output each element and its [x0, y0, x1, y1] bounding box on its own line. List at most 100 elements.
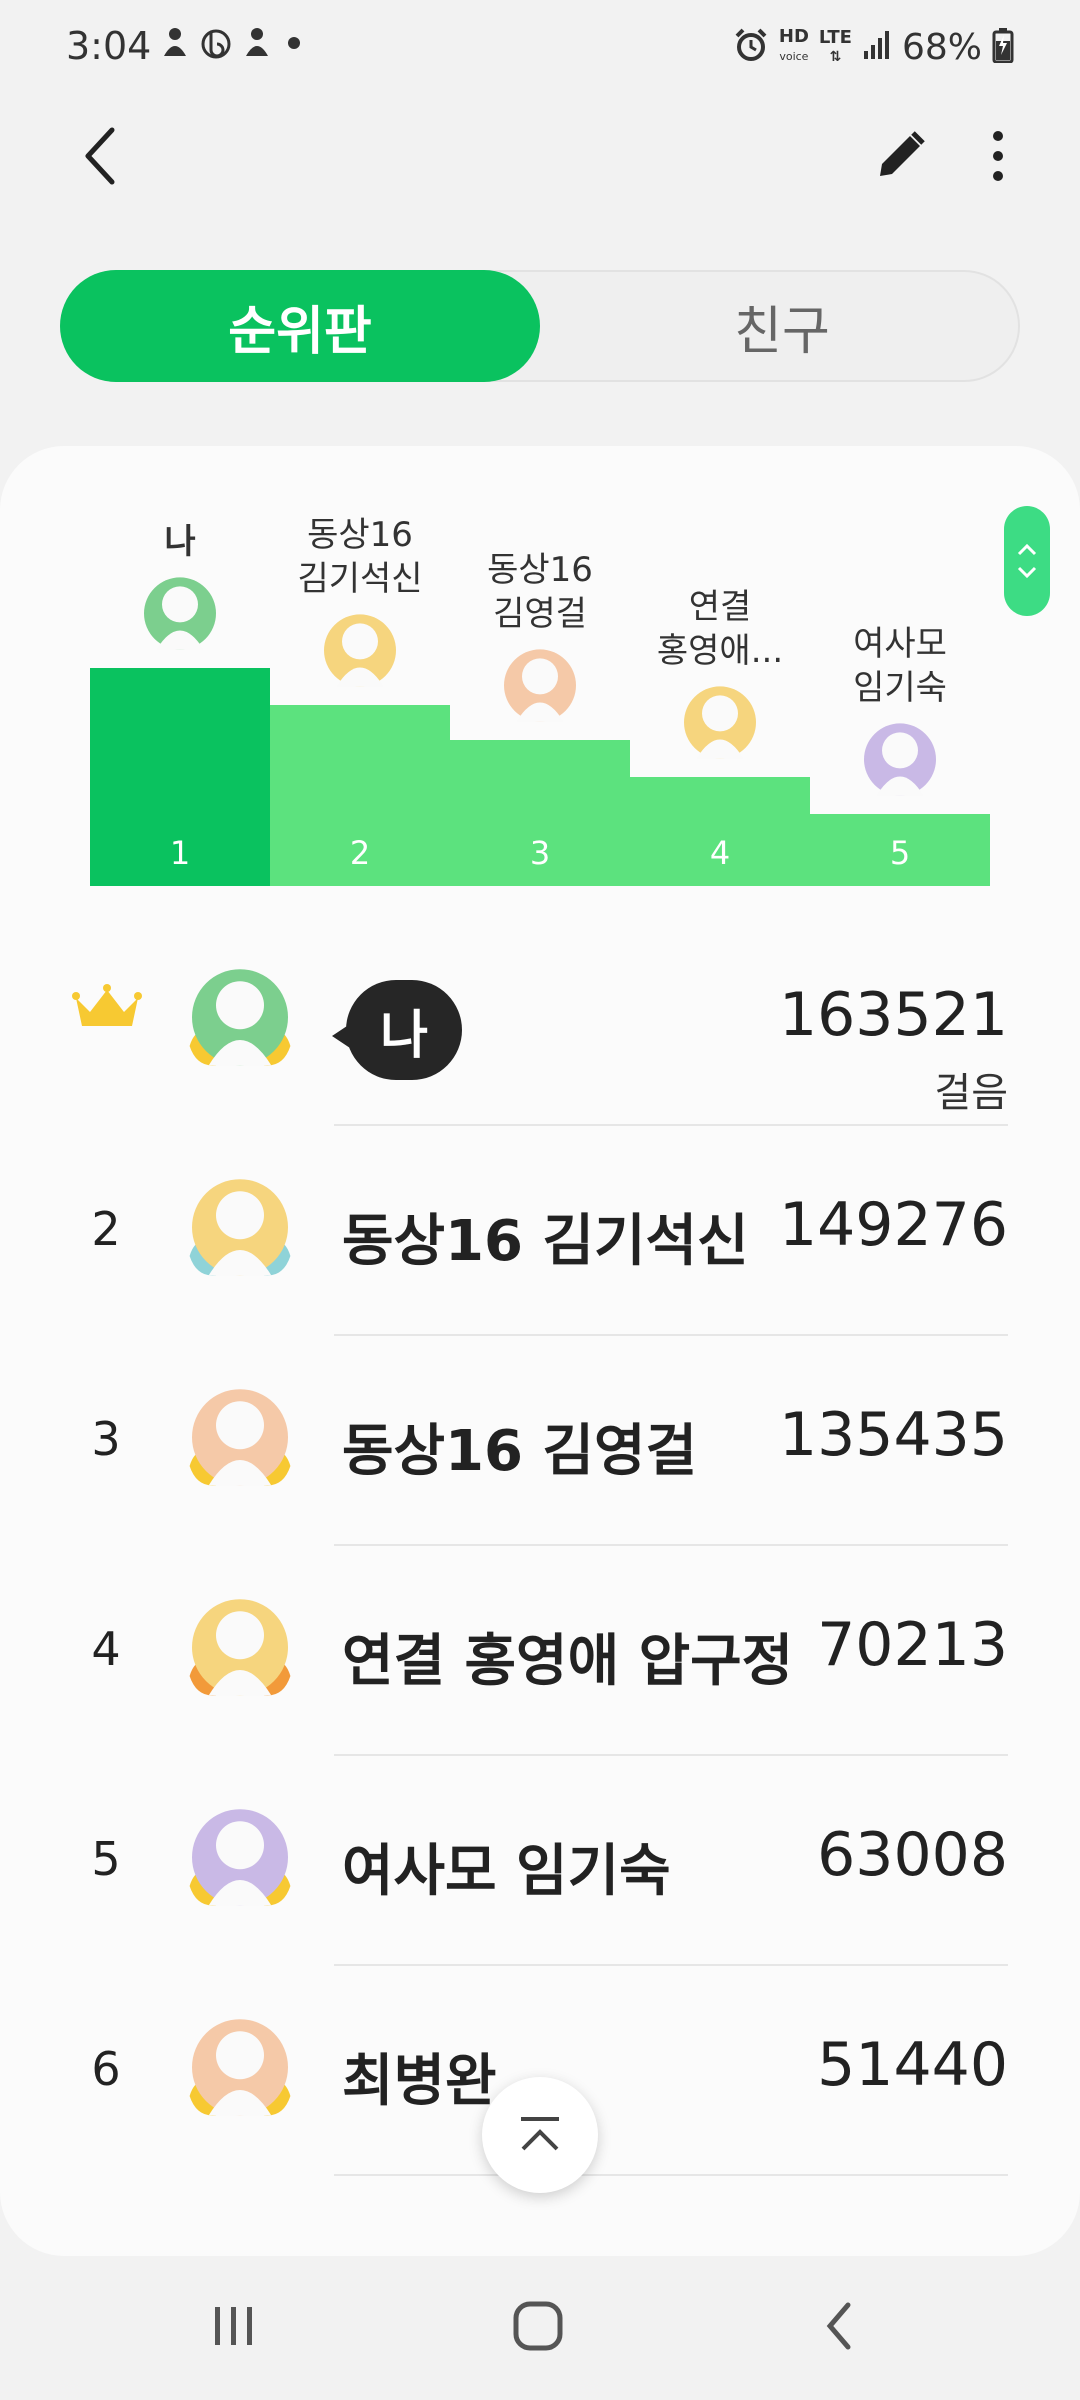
hd-label: HD — [778, 26, 809, 47]
hd-voice-indicator: HD voice — [779, 28, 809, 66]
step-unit: 걸음 — [934, 1070, 1008, 1116]
scroll-to-top-button[interactable] — [482, 2077, 598, 2193]
podium-bar: 4 — [630, 776, 810, 886]
podium-avatar — [675, 681, 765, 771]
podium-column: 2 동상16 김기석신 — [270, 446, 450, 886]
alarm-icon — [733, 27, 769, 67]
podium-avatar — [135, 572, 225, 662]
podium-avatar — [495, 644, 585, 734]
participant-name: 동상16 김영걸 — [342, 1419, 698, 1484]
step-count: 163521 — [778, 980, 1008, 1050]
ranking-row[interactable]: 나 163521 걸음 — [0, 916, 1080, 1126]
podium-column: 4 연결 홍영애... — [630, 446, 810, 886]
ranking-row[interactable]: 3 동상16 김영걸 135435 — [0, 1336, 1080, 1546]
app-bar — [0, 96, 1080, 216]
voice-label: voice — [779, 50, 809, 63]
podium-name-line1: 나 — [164, 522, 196, 562]
rank-number: 5 — [91, 1832, 121, 1886]
step-count: 70213 — [817, 1610, 1008, 1680]
podium-name-line1: 연결 — [688, 586, 752, 627]
lte-indicator: LTE ⇅ — [818, 26, 852, 65]
battery-charging-icon — [992, 27, 1014, 67]
participant-name: 여사모 임기숙 — [342, 1839, 671, 1904]
podium-chart: 1 나 2 동상16 김기석신 3 동상16 김영걸 4 연결 홍영애... 5 여사모 임기숙 — [90, 446, 990, 886]
status-right: HD voice LTE ⇅ 68% — [733, 22, 1014, 72]
podium-name-line1: 여사모 — [853, 624, 947, 664]
podium-rank-label: 3 — [529, 834, 551, 872]
podium-name-line1: 동상16 — [307, 515, 413, 556]
arrow-to-top-icon — [521, 2117, 559, 2151]
rank-number: 6 — [91, 2042, 121, 2096]
step-count: 63008 — [817, 1820, 1008, 1890]
tab-friends[interactable]: 친구 — [542, 270, 1022, 382]
podium-rank-label: 1 — [169, 834, 191, 872]
participant-name: 동상16 김기석신 — [342, 1209, 749, 1274]
podium-name: 동상16 김기석신 — [260, 513, 460, 601]
step-count: 149276 — [778, 1190, 1008, 1260]
podium-name: 연결 홍영애... — [620, 585, 820, 673]
podium-name: 나 — [80, 520, 280, 564]
rank-number: 2 — [91, 1202, 121, 1256]
system-nav-bar — [0, 2256, 1080, 2400]
more-notifications-dot-icon — [282, 26, 306, 68]
chevron-down-icon — [1017, 566, 1037, 579]
podium-name-line2: 김영걸 — [493, 593, 587, 634]
step-count: 51440 — [817, 2030, 1008, 2100]
podium-bar: 2 — [270, 705, 450, 886]
recents-button[interactable] — [174, 2286, 294, 2366]
signal-icon — [862, 29, 892, 65]
chevron-up-icon — [1017, 543, 1037, 556]
notification-icons — [160, 22, 306, 72]
avatar[interactable] — [180, 1172, 300, 1292]
ranking-row[interactable]: 4 연결 홍영애 압구정 70213 — [0, 1546, 1080, 1756]
me-badge: 나 — [332, 980, 462, 1080]
avatar[interactable] — [180, 1382, 300, 1502]
podium-name-line1: 동상16 — [487, 549, 593, 590]
crown-icon — [72, 984, 142, 1026]
podium-rank-label: 5 — [889, 834, 911, 872]
tab-leaderboard[interactable]: 순위판 — [60, 270, 540, 382]
notification-app-icon-2 — [242, 26, 272, 68]
podium-name-line2: 임기숙 — [853, 668, 947, 708]
podium-name: 동상16 김영걸 — [440, 548, 640, 636]
avatar[interactable] — [180, 2012, 300, 2132]
edit-button[interactable] — [860, 116, 940, 196]
podium-avatar — [315, 609, 405, 699]
home-icon — [513, 2301, 563, 2351]
status-time: 3:04 — [66, 24, 152, 68]
rank-number: 4 — [91, 1622, 121, 1676]
podium-name-line2: 홍영애... — [656, 630, 784, 671]
back-button[interactable] — [60, 116, 140, 196]
ranking-row[interactable]: 2 동상16 김기석신 149276 — [0, 1126, 1080, 1336]
segmented-tabs: 순위판 친구 — [60, 270, 1020, 382]
step-count: 135435 — [778, 1400, 1008, 1470]
podium-bar: 1 — [90, 668, 270, 886]
podium-name-line2: 김기석신 — [297, 559, 423, 600]
recents-icon — [215, 2307, 252, 2345]
back-nav-button[interactable] — [780, 2286, 900, 2366]
podium-bar: 5 — [810, 814, 990, 886]
rank-number: 3 — [91, 1412, 121, 1466]
avatar[interactable] — [180, 962, 300, 1082]
ranking-row[interactable]: 5 여사모 임기숙 63008 — [0, 1756, 1080, 1966]
chevron-left-icon — [85, 127, 115, 185]
podium-column: 1나 — [90, 446, 270, 886]
scroll-handle[interactable] — [1004, 506, 1050, 616]
status-bar: 3:04 HD voice LTE ⇅ 68% — [0, 0, 1080, 96]
participant-name: 최병완 — [342, 2049, 497, 2114]
battery-percent: 68% — [901, 26, 982, 68]
podium-column: 5 여사모 임기숙 — [810, 446, 990, 886]
more-vert-icon — [993, 131, 1003, 181]
podium-column: 3 동상16 김영걸 — [450, 446, 630, 886]
podium-avatar — [855, 718, 945, 808]
back-nav-icon — [826, 2302, 851, 2350]
more-options-button[interactable] — [958, 116, 1038, 196]
row-divider — [334, 2174, 1008, 2176]
avatar[interactable] — [180, 1802, 300, 1922]
participant-name: 연결 홍영애 압구정 — [342, 1629, 794, 1694]
podium-bar: 3 — [450, 739, 630, 886]
pencil-icon — [880, 131, 925, 176]
leaderboard-card: 1 나 2 동상16 김기석신 3 동상16 김영걸 4 연결 홍영애... 5 여사모 임기숙 나 163… — [0, 446, 1080, 2256]
avatar[interactable] — [180, 1592, 300, 1712]
home-button[interactable] — [478, 2286, 598, 2366]
